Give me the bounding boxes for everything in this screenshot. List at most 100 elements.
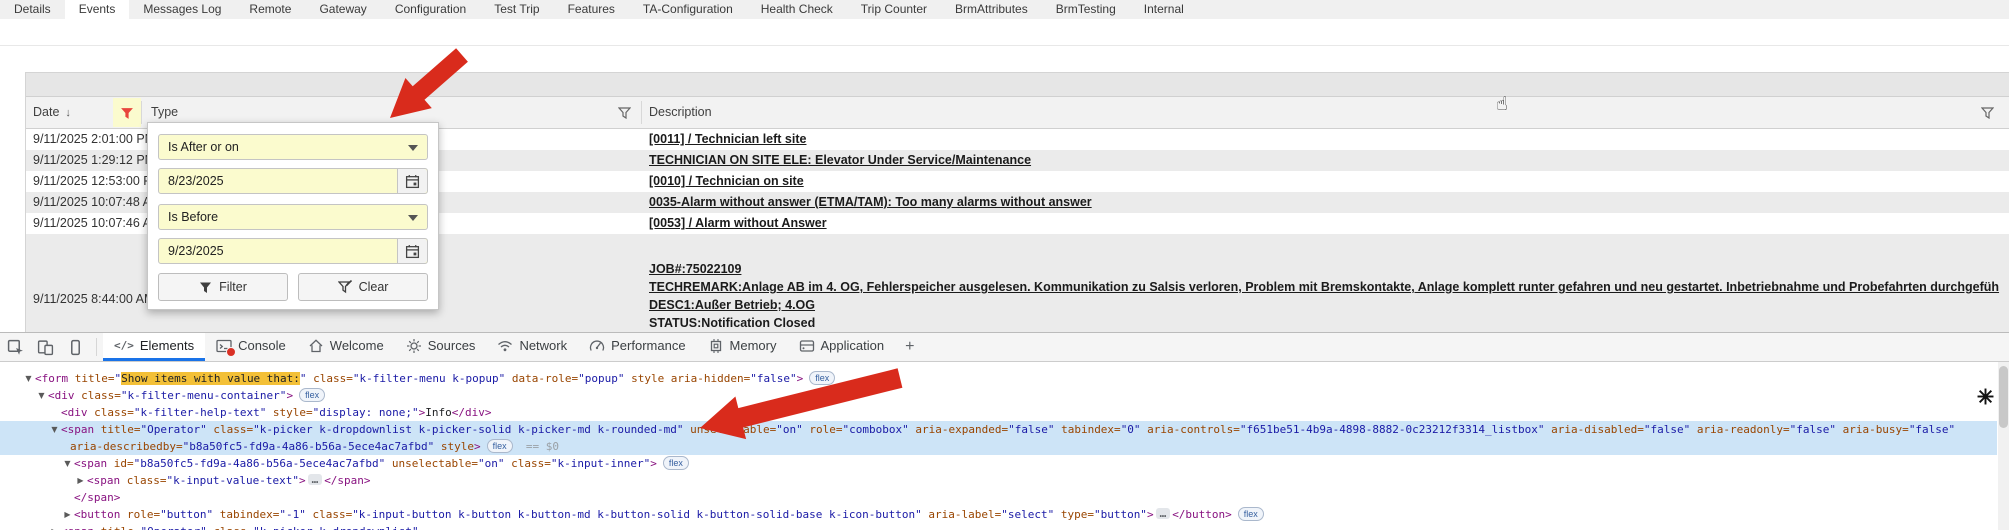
devtools-tab-memory[interactable]: Memory — [697, 333, 788, 361]
devtools-tab-performance[interactable]: Performance — [578, 333, 696, 361]
date-filter-button[interactable] — [113, 98, 141, 127]
asterisk-pointer-icon — [1977, 388, 1994, 410]
code-token: "popup" — [578, 372, 624, 385]
tab-events[interactable]: Events — [65, 0, 130, 19]
dom-tree-line[interactable]: ▼<span title="Operator" class="k-picker … — [0, 421, 1997, 438]
expand-arrow-icon[interactable]: ▼ — [35, 387, 48, 404]
description-link[interactable]: DESC1:Außer Betrieb; 4.OG — [649, 296, 2009, 314]
description-link[interactable]: TECHNICIAN ON SITE ELE: Elevator Under S… — [649, 153, 2009, 168]
filter-operator1-dropdown[interactable]: Is After or on — [158, 134, 428, 160]
tab-remote[interactable]: Remote — [235, 0, 305, 19]
calendar-icon[interactable] — [397, 169, 427, 193]
collapsed-arrow-icon[interactable]: ▶ — [48, 523, 61, 530]
code-token: <span — [87, 474, 120, 487]
filter-date1-input[interactable]: 8/23/2025 — [158, 168, 428, 194]
description-link[interactable]: 0035-Alarm without answer (ETMA/TAM): To… — [649, 195, 2009, 210]
dom-tree-line[interactable]: ▶<span class="k-input-value-text">…</spa… — [0, 472, 1997, 489]
dom-tree-line[interactable]: ▼<span id="b8a50fc5-fd9a-4a86-b56a-5ece4… — [0, 455, 1997, 472]
clear-filter-button[interactable]: Clear — [298, 273, 428, 301]
flex-badge: flex — [1238, 507, 1264, 521]
expand-arrow-icon[interactable]: ▼ — [48, 421, 61, 438]
device-toolbar-icon[interactable] — [30, 333, 60, 361]
code-token: style aria-hidden= — [624, 372, 750, 385]
expand-inline-button[interactable]: … — [308, 474, 323, 485]
flex-badge: flex — [487, 439, 513, 453]
dom-tree-line[interactable]: ▼<form title="Show items with value that… — [0, 370, 1997, 387]
description-link[interactable]: [0010] / Technician on site — [649, 174, 2009, 189]
description-link[interactable]: [0053] / Alarm without Answer — [649, 216, 2009, 231]
error-badge — [226, 347, 236, 357]
more-tabs-button[interactable]: + — [895, 333, 924, 361]
flex-badge: flex — [663, 456, 689, 470]
code-token: unselectable= — [684, 423, 777, 436]
dock-side-icon[interactable] — [60, 333, 90, 361]
devtools-tab-strip: </>ElementsConsoleWelcomeSourcesNetworkP… — [103, 333, 895, 361]
type-filter-button[interactable] — [615, 103, 633, 121]
tab-messages-log[interactable]: Messages Log — [129, 0, 235, 19]
devtools-tab-application[interactable]: Application — [788, 333, 896, 361]
devtools-tab-console[interactable]: Console — [205, 333, 297, 361]
tab-brmattributes[interactable]: BrmAttributes — [941, 0, 1042, 19]
filter-date2-input[interactable]: 9/23/2025 — [158, 238, 428, 264]
code-token: "k-filter-menu-container" — [121, 389, 287, 402]
filter-funnel-icon — [1981, 106, 1994, 119]
code-token: "k-picker k-dropdownlist k-picker-solid … — [253, 423, 683, 436]
dom-tree-line[interactable]: <div class="k-filter-help-text" style="d… — [0, 404, 1997, 421]
description-link[interactable]: JOB#:75022109 — [649, 260, 2009, 278]
code-token: "false" — [1790, 423, 1836, 436]
code-token: "display: none;" — [313, 406, 419, 419]
event-description: [0053] / Alarm without Answer — [649, 213, 2009, 234]
filter-operator2-dropdown[interactable]: Is Before — [158, 204, 428, 230]
description-link[interactable]: [0011] / Technician left site — [649, 132, 2009, 147]
devtools-scrollbar[interactable] — [1998, 362, 2009, 530]
devtools-tab-sources[interactable]: Sources — [395, 333, 487, 361]
collapsed-arrow-icon[interactable]: ▶ — [74, 472, 87, 489]
description-link[interactable]: TECHREMARK:Anlage AB im 4. OG, Fehlerspe… — [649, 278, 2009, 296]
code-token: "button" — [1094, 508, 1147, 521]
calendar-icon[interactable] — [397, 239, 427, 263]
tab-trip-counter[interactable]: Trip Counter — [847, 0, 941, 19]
event-description: 0035-Alarm without answer (ETMA/TAM): To… — [649, 192, 2009, 213]
dom-tree-line[interactable]: </span> — [0, 489, 1997, 506]
column-header-date[interactable]: Date↓ — [33, 105, 71, 119]
top-tab-strip: DetailsEventsMessages LogRemoteGatewayCo… — [0, 0, 2009, 19]
dom-tree-line[interactable]: aria-describedby="b8a50fc5-fd9a-4a86-b56… — [0, 438, 1997, 455]
code-token: class= — [505, 457, 551, 470]
expand-arrow-icon[interactable]: ▼ — [22, 370, 35, 387]
inspect-element-icon[interactable] — [0, 333, 30, 361]
dom-tree-line[interactable]: ▼<div class="k-filter-menu-container">fl… — [0, 387, 1997, 404]
chevron-down-icon — [408, 215, 418, 221]
tab-ta-configuration[interactable]: TA-Configuration — [629, 0, 747, 19]
event-description: [0011] / Technician left site — [649, 129, 2009, 150]
description-filter-button[interactable] — [1978, 103, 1996, 121]
devtools-tab-elements[interactable]: </>Elements — [103, 333, 205, 361]
devtools-tab-welcome[interactable]: Welcome — [297, 333, 395, 361]
code-token: class= — [207, 525, 253, 530]
dom-tree-line[interactable]: ▶<span title="Operator" class="k-picker … — [0, 523, 1997, 530]
tab-features[interactable]: Features — [554, 0, 629, 19]
expand-arrow-icon[interactable]: ▼ — [61, 455, 74, 472]
tab-configuration[interactable]: Configuration — [381, 0, 480, 19]
tab-internal[interactable]: Internal — [1130, 0, 1198, 19]
tab-test-trip[interactable]: Test Trip — [480, 0, 553, 19]
tab-brmtesting[interactable]: BrmTesting — [1042, 0, 1130, 19]
scrollbar-thumb[interactable] — [1999, 366, 2008, 428]
code-token: "on" — [776, 423, 803, 436]
filter-button[interactable]: Filter — [158, 273, 288, 301]
code-token: class= — [120, 474, 166, 487]
memory-icon — [708, 338, 724, 354]
column-header-description[interactable]: Description — [649, 105, 712, 119]
tab-health-check[interactable]: Health Check — [747, 0, 847, 19]
devtools-tab-network[interactable]: Network — [486, 333, 578, 361]
code-token: title= — [94, 423, 140, 436]
dom-tree-line[interactable]: ▶<button role="button" tabindex="-1" cla… — [0, 506, 1997, 523]
code-token: <form — [35, 372, 68, 385]
code-token: "false" — [750, 372, 796, 385]
expand-inline-button[interactable]: … — [1156, 508, 1171, 519]
collapsed-arrow-icon[interactable]: ▶ — [61, 506, 74, 523]
column-header-type[interactable]: Type — [151, 105, 178, 119]
filter-funnel-icon — [618, 106, 631, 119]
tab-details[interactable]: Details — [0, 0, 65, 19]
tab-gateway[interactable]: Gateway — [305, 0, 380, 19]
code-token: "Operator" — [140, 525, 206, 530]
